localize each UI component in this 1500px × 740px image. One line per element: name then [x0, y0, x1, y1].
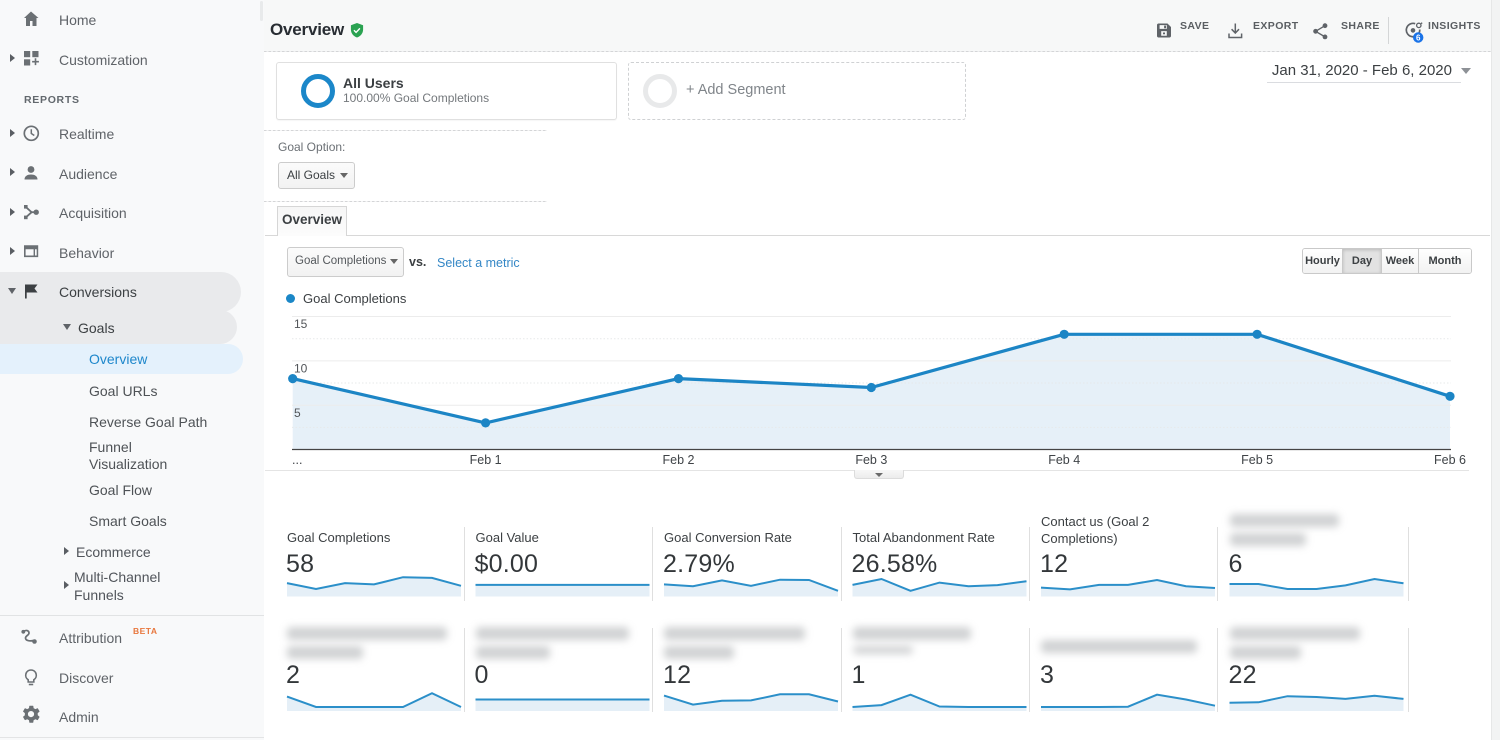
- svg-text:Feb 1: Feb 1: [470, 453, 502, 467]
- svg-text:Feb 6: Feb 6: [1434, 453, 1466, 467]
- svg-text:Feb 3: Feb 3: [855, 453, 887, 467]
- svg-text:6: 6: [1416, 33, 1421, 42]
- svg-text:Feb 5: Feb 5: [1241, 453, 1273, 467]
- svg-text:5: 5: [294, 406, 301, 420]
- svg-text:...: ...: [292, 453, 302, 467]
- svg-text:10: 10: [294, 362, 308, 376]
- svg-text:15: 15: [294, 317, 308, 331]
- svg-text:Feb 2: Feb 2: [663, 453, 695, 467]
- svg-text:Feb 4: Feb 4: [1048, 453, 1080, 467]
